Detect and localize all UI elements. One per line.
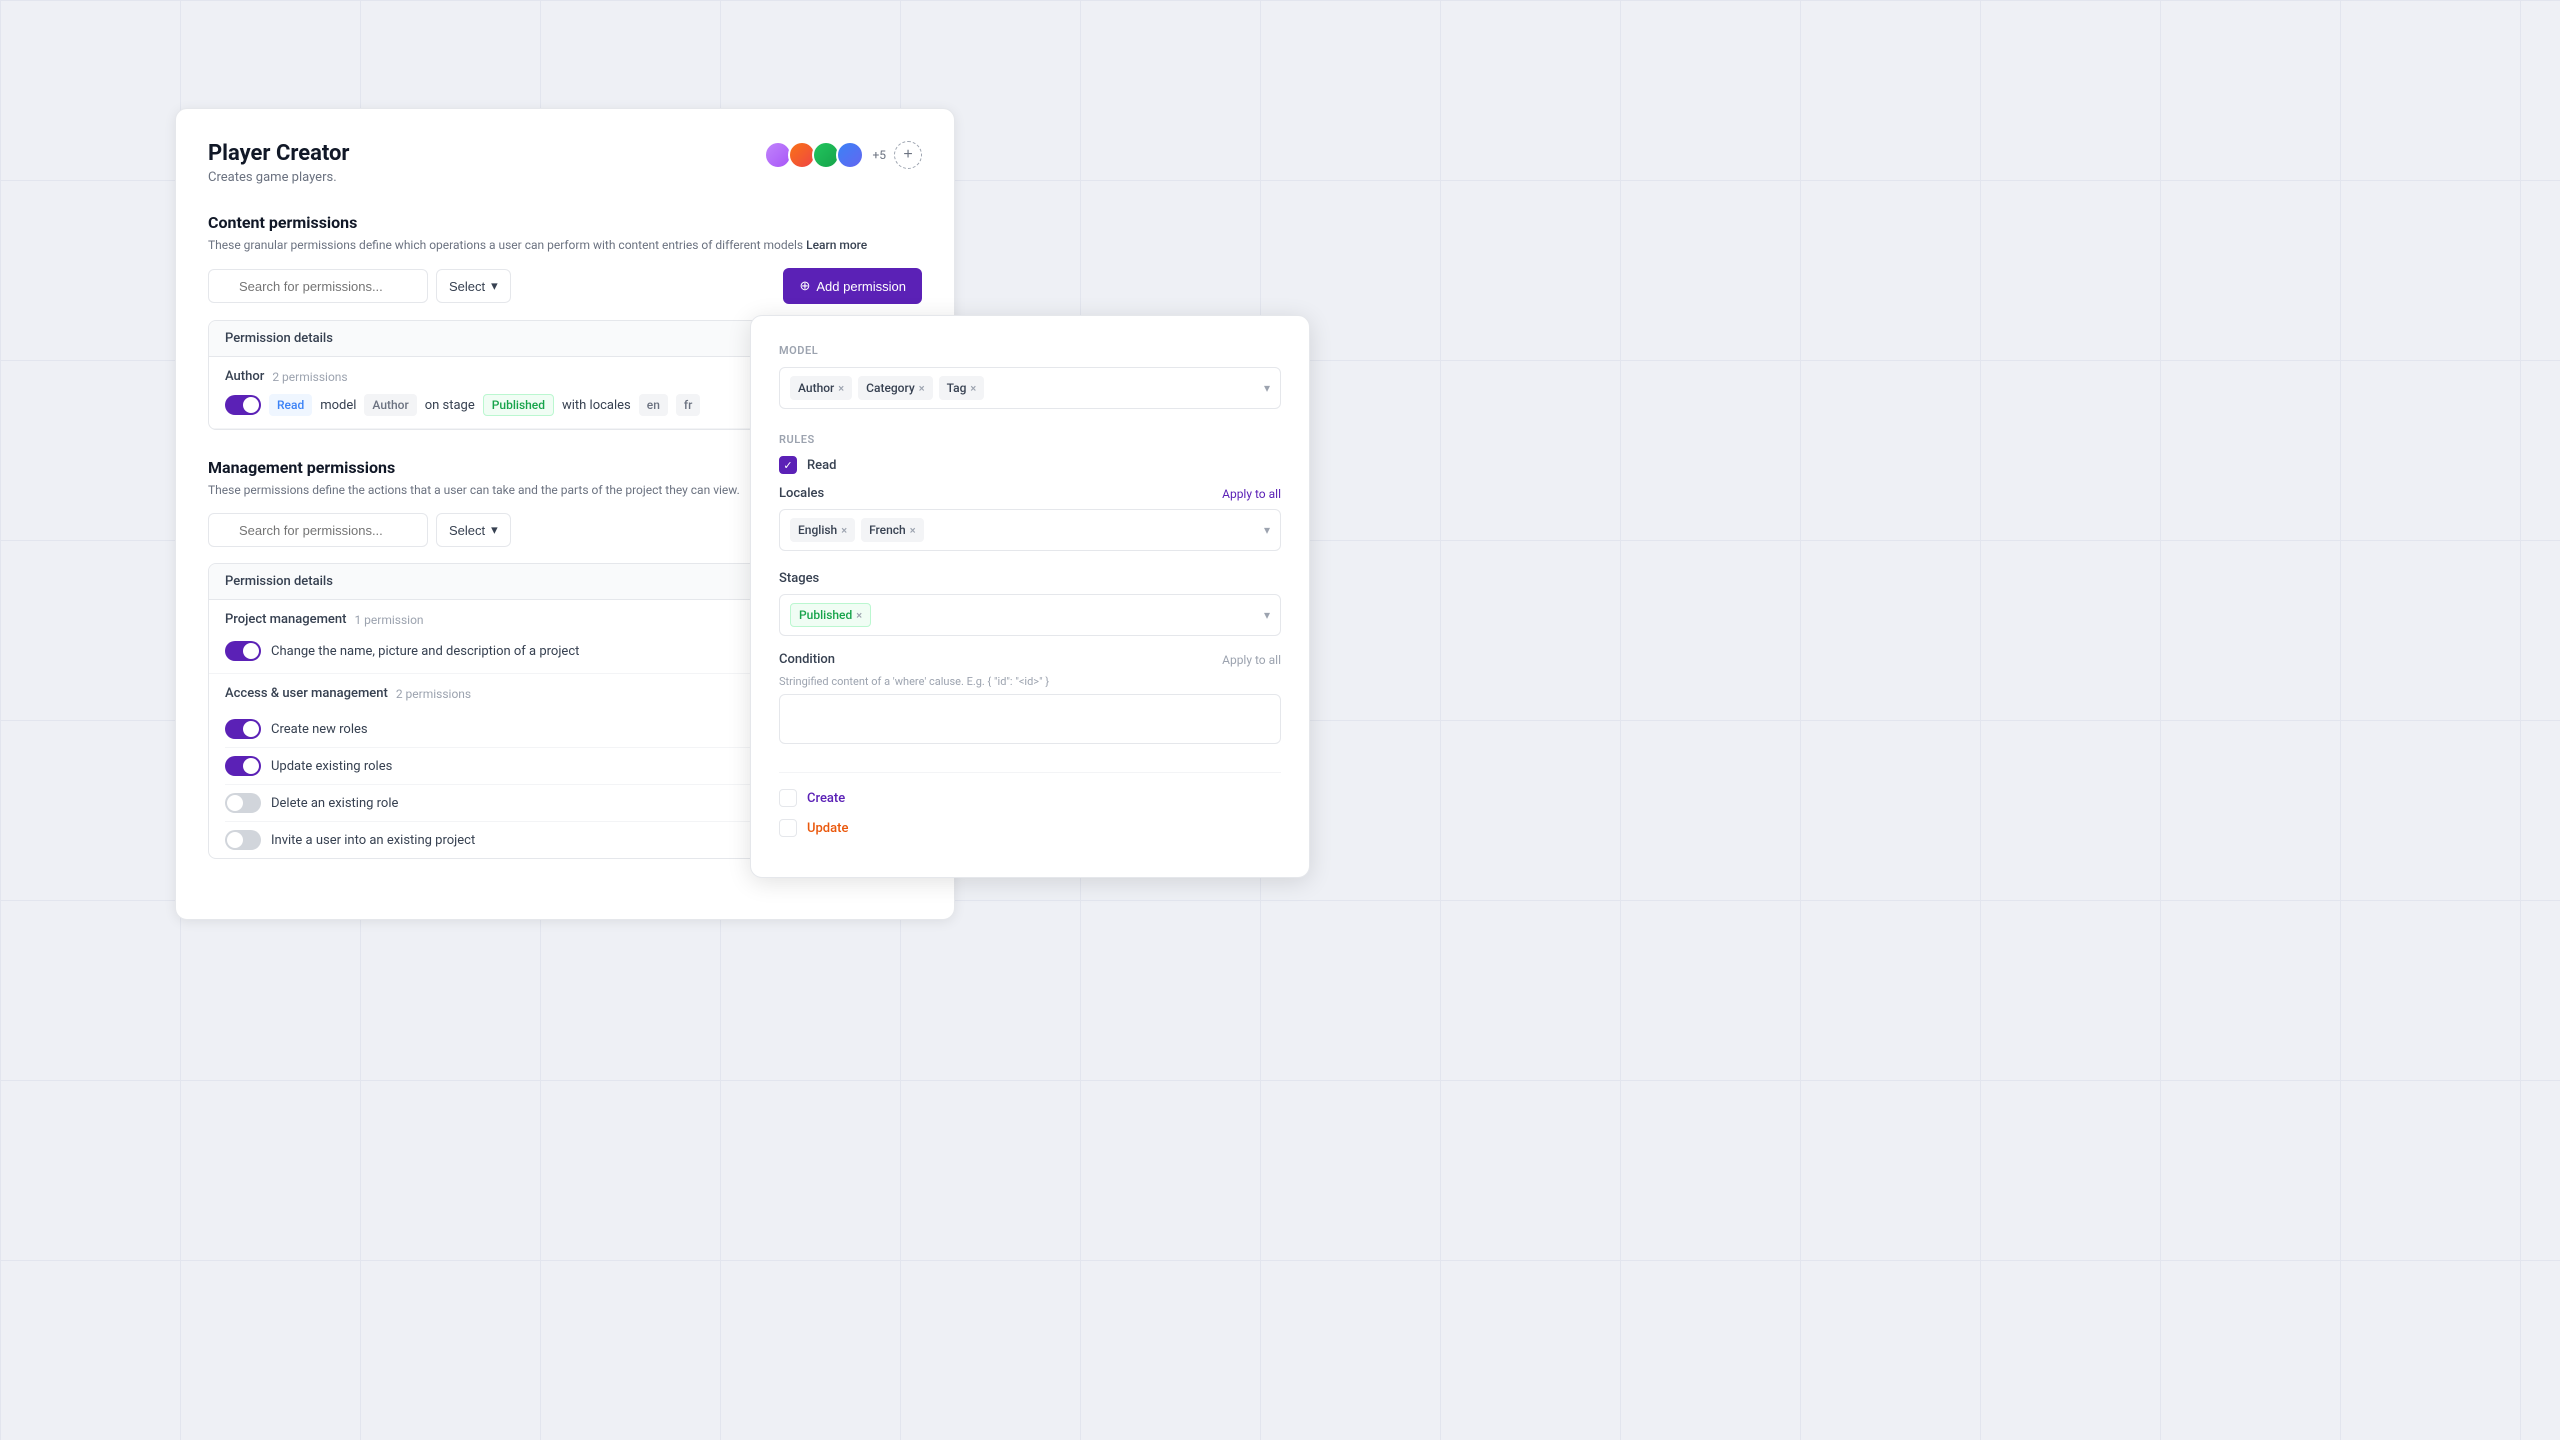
update-checkbox-row: Update (779, 819, 1281, 837)
condition-label: Condition (779, 652, 835, 667)
rule-locale-en-badge: en (639, 394, 668, 416)
remove-published-icon[interactable]: × (856, 609, 862, 622)
update-checkbox[interactable] (779, 819, 797, 837)
content-permissions-desc: These granular permissions define which … (208, 238, 922, 252)
condition-header: Condition Apply to all (779, 652, 1281, 667)
chevron-down-icon: ▾ (1264, 523, 1270, 537)
read-checkbox-row: Read (779, 456, 1281, 474)
management-select-button[interactable]: Select ▾ (436, 513, 511, 547)
model-tag-author: Author × (790, 376, 852, 400)
read-checkbox[interactable] (779, 456, 797, 474)
rule-model-badge: Author (364, 394, 416, 416)
avatar (836, 141, 864, 169)
add-permission-button[interactable]: ⊕ Add permission (783, 268, 922, 304)
create-checkbox-row: Create (779, 789, 1281, 807)
stages-label-row: Stages (779, 567, 1281, 586)
perm-toggle[interactable] (225, 641, 261, 661)
locale-tag-english: English × (790, 518, 855, 542)
content-search-input[interactable] (208, 269, 428, 303)
stage-tag-published: Published × (790, 603, 871, 627)
management-search-input[interactable] (208, 513, 428, 547)
rule-action-badge: Read (269, 394, 312, 416)
remove-category-icon[interactable]: × (919, 382, 925, 395)
divider (779, 772, 1281, 773)
rule-stage-badge: Published (483, 394, 554, 416)
rule-locale-fr-badge: fr (676, 394, 700, 416)
rules-label: Rules (779, 433, 1281, 446)
locales-header: Locales Apply to all (779, 486, 1281, 501)
remove-author-icon[interactable]: × (838, 382, 844, 395)
mgmt-search-wrapper: ⌕ (208, 513, 428, 547)
create-label: Create (807, 791, 845, 806)
stages-label: Stages (779, 571, 819, 586)
condition-hint: Stringified content of a 'where' caluse.… (779, 675, 1281, 688)
condition-input[interactable] (779, 694, 1281, 744)
chevron-down-icon: ▾ (491, 278, 498, 294)
learn-more-link[interactable]: Learn more (806, 238, 867, 252)
chevron-down-icon: ▾ (1264, 381, 1270, 395)
content-search-wrapper: ⌕ (208, 269, 428, 303)
content-permissions-title: Content permissions (208, 213, 922, 232)
model-select-field[interactable]: Author × Category × Tag × ▾ (779, 367, 1281, 409)
content-permissions-toolbar: ⌕ Select ▾ ⊕ Add permission (208, 268, 922, 304)
model-section: Model Author × Category × Tag × ▾ (779, 344, 1281, 409)
remove-tag-icon[interactable]: × (970, 382, 976, 395)
chevron-down-icon: ▾ (491, 522, 498, 538)
avatars-row: +5 + (764, 141, 922, 169)
right-panel: Model Author × Category × Tag × ▾ Rules … (750, 315, 1310, 878)
locales-apply-to-all[interactable]: Apply to all (1222, 487, 1281, 501)
perm-toggle[interactable] (225, 756, 261, 776)
update-label: Update (807, 821, 848, 836)
upload-icon: ⊕ (799, 278, 810, 294)
content-select-button[interactable]: Select ▾ (436, 269, 511, 303)
add-member-button[interactable]: + (894, 141, 922, 169)
locales-select-field[interactable]: English × French × ▾ (779, 509, 1281, 551)
create-checkbox[interactable] (779, 789, 797, 807)
remove-english-icon[interactable]: × (841, 524, 847, 537)
perm-toggle[interactable] (225, 719, 261, 739)
chevron-down-icon: ▾ (1264, 608, 1270, 622)
rules-section: Rules Read Locales Apply to all English … (779, 433, 1281, 748)
model-tag-tag: Tag × (939, 376, 985, 400)
read-label: Read (807, 458, 836, 473)
avatar-extra-count: +5 (872, 148, 886, 162)
model-tag-category: Category × (858, 376, 932, 400)
perm-toggle[interactable] (225, 395, 261, 415)
perm-toggle[interactable] (225, 793, 261, 813)
locales-label: Locales (779, 486, 824, 501)
stages-select-field[interactable]: Published × ▾ (779, 594, 1281, 636)
remove-french-icon[interactable]: × (910, 524, 916, 537)
perm-toggle[interactable] (225, 830, 261, 850)
condition-apply-to-all[interactable]: Apply to all (1222, 653, 1281, 667)
model-label: Model (779, 344, 1281, 357)
locale-tag-french: French × (861, 518, 924, 542)
app-subtitle: Creates game players. (208, 170, 922, 185)
